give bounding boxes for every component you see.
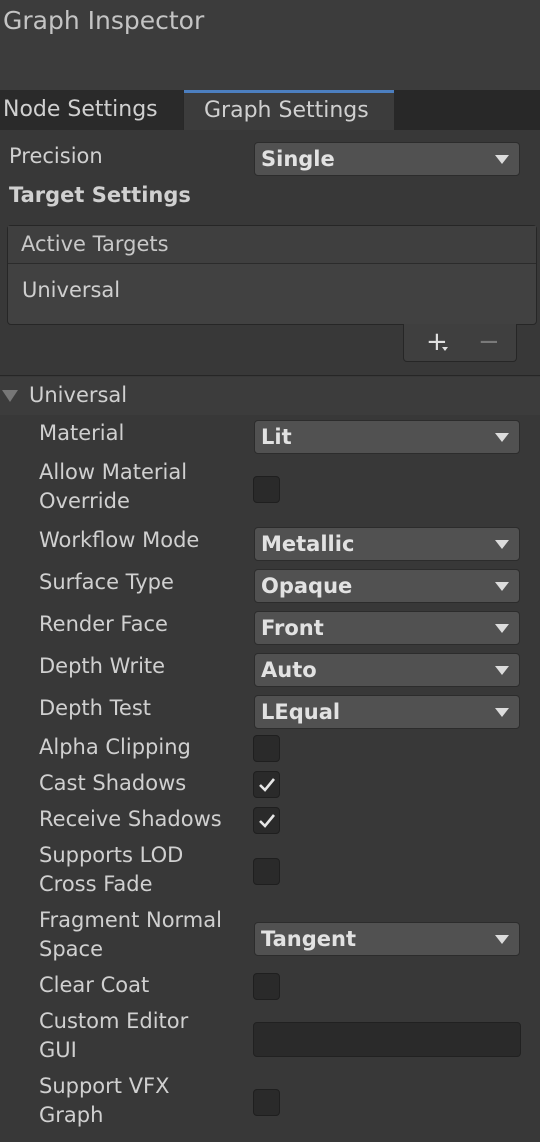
window-title: Graph Inspector	[3, 6, 205, 35]
cast-shadows-label: Cast Shadows	[39, 771, 187, 795]
window-title-bar: Graph Inspector	[0, 0, 540, 90]
precision-dropdown[interactable]: Single	[254, 142, 520, 176]
depth-write-value: Auto	[261, 658, 317, 682]
chevron-down-icon	[495, 433, 509, 442]
chevron-down-icon	[495, 582, 509, 591]
caret-down-icon	[442, 347, 448, 351]
workflow-mode-dropdown[interactable]: Metallic	[254, 527, 520, 561]
chevron-down-icon	[495, 666, 509, 675]
workflow-mode-label: Workflow Mode	[39, 528, 200, 552]
allow-material-override-label-line1: Allow Material	[39, 460, 188, 484]
alpha-clipping-checkbox[interactable]	[253, 735, 280, 762]
tab-node-settings[interactable]: Node Settings	[0, 90, 183, 130]
alpha-clipping-label: Alpha Clipping	[39, 735, 191, 759]
cast-shadows-checkbox[interactable]	[253, 771, 280, 798]
supports-lod-label-line1: Supports LOD	[39, 843, 184, 867]
target-settings-heading: Target Settings	[9, 183, 191, 207]
support-vfx-graph-checkbox[interactable]	[253, 1089, 280, 1116]
chevron-down-icon	[495, 935, 509, 944]
material-value: Lit	[261, 425, 292, 449]
universal-foldout[interactable]: Universal	[0, 377, 540, 415]
depth-test-dropdown[interactable]: LEqual	[254, 695, 520, 729]
receive-shadows-checkbox[interactable]	[253, 807, 280, 834]
depth-test-value: LEqual	[261, 700, 341, 724]
surface-type-value: Opaque	[261, 574, 353, 598]
support-vfx-graph-label-line1: Support VFX	[39, 1074, 170, 1098]
precision-label: Precision	[9, 144, 103, 168]
foldout-arrow-icon	[2, 390, 18, 402]
render-face-dropdown[interactable]: Front	[254, 611, 520, 645]
tab-graph-settings[interactable]: Graph Settings	[184, 90, 394, 130]
allow-material-override-checkbox[interactable]	[253, 476, 280, 503]
active-targets-list: Active Targets Universal	[7, 225, 537, 325]
material-dropdown[interactable]: Lit	[254, 420, 520, 454]
fragment-normal-space-value: Tangent	[261, 927, 357, 951]
custom-editor-gui-field[interactable]	[253, 1022, 521, 1057]
surface-type-dropdown[interactable]: Opaque	[254, 569, 520, 603]
active-targets-title: Active Targets	[21, 232, 169, 256]
fragment-normal-space-dropdown[interactable]: Tangent	[254, 922, 520, 956]
tab-bar: Node Settings Graph Settings	[0, 90, 540, 130]
add-remove-footer: + −	[403, 324, 517, 362]
custom-editor-gui-label-line1: Custom Editor	[39, 1009, 189, 1033]
clear-coat-label: Clear Coat	[39, 973, 150, 997]
material-label: Material	[39, 421, 125, 445]
chevron-down-icon	[495, 155, 509, 164]
depth-write-label: Depth Write	[39, 654, 166, 678]
graph-settings-panel: Precision Single Target Settings Active …	[0, 130, 540, 1142]
render-face-label: Render Face	[39, 612, 168, 636]
precision-value: Single	[261, 147, 335, 171]
remove-target-button[interactable]: −	[478, 324, 500, 360]
universal-foldout-label: Universal	[29, 383, 128, 407]
allow-material-override-label-line2: Override	[39, 489, 130, 513]
fragment-normal-space-label-line2: Space	[39, 937, 103, 961]
supports-lod-label-line2: Cross Fade	[39, 872, 153, 896]
section-divider	[0, 375, 540, 376]
fragment-normal-space-label-line1: Fragment Normal	[39, 908, 222, 932]
checkmark-icon	[259, 778, 276, 792]
custom-editor-gui-label-line2: GUI	[39, 1038, 77, 1062]
depth-write-dropdown[interactable]: Auto	[254, 653, 520, 687]
support-vfx-graph-label-line2: Graph	[39, 1103, 104, 1127]
surface-type-label: Surface Type	[39, 570, 174, 594]
depth-test-label: Depth Test	[39, 696, 151, 720]
render-face-value: Front	[261, 616, 324, 640]
chevron-down-icon	[495, 624, 509, 633]
clear-coat-checkbox[interactable]	[253, 973, 280, 1000]
add-target-button[interactable]: +	[426, 324, 448, 360]
workflow-mode-value: Metallic	[261, 532, 355, 556]
receive-shadows-label: Receive Shadows	[39, 807, 222, 831]
active-targets-header: Active Targets	[8, 226, 536, 264]
checkmark-icon	[259, 814, 276, 828]
chevron-down-icon	[495, 708, 509, 717]
list-item[interactable]: Universal	[22, 276, 120, 305]
chevron-down-icon	[495, 540, 509, 549]
supports-lod-cross-fade-checkbox[interactable]	[253, 858, 280, 885]
